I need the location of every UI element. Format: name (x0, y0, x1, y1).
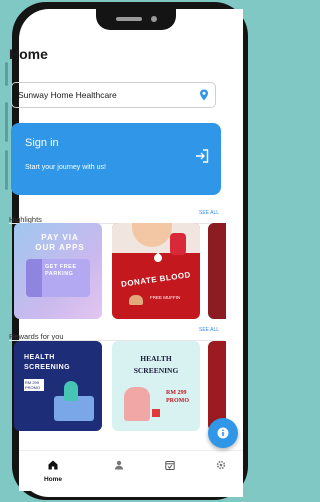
location-field[interactable]: Sunway Home Healthcare (11, 82, 216, 108)
nav-item-home[interactable]: Home (33, 451, 73, 491)
camera (151, 16, 157, 22)
ticket-graphic: GET FREE PARKING (26, 259, 90, 297)
page-title: Home (9, 46, 48, 62)
card-title: HEALTH SCREENING (133, 354, 179, 375)
nav-label-home: Home (43, 476, 63, 483)
card-badge: GET FREE PARKING (45, 264, 77, 277)
nav-item-calendar[interactable] (150, 451, 190, 491)
signin-title: Sign in (25, 137, 59, 149)
signin-card[interactable]: Sign in Start your journey with us! (11, 123, 221, 195)
person-illustration (64, 381, 78, 401)
card-title: DONATE BLOOD (120, 270, 192, 289)
blood-drop-icon (152, 252, 164, 264)
calendar-icon (165, 461, 175, 470)
highlights-see-all-link[interactable]: SEE ALL (199, 210, 219, 216)
info-fab[interactable] (208, 418, 238, 448)
signin-subtitle: Start your journey with us! (25, 164, 106, 171)
location-pin-icon[interactable] (199, 89, 209, 101)
speaker (116, 17, 142, 21)
phone-side-button (5, 150, 8, 190)
login-arrow-icon (196, 149, 209, 163)
doctor-illustration (124, 387, 150, 421)
nav-item-profile[interactable] (99, 451, 139, 491)
card-title: HEALTH SCREENING (24, 354, 71, 371)
card-promo: RM 299 PROMO (166, 390, 189, 404)
phone-notch (96, 8, 176, 30)
nav-item-settings[interactable] (201, 451, 241, 491)
card-badge: FREE MUFFIN (150, 295, 181, 300)
card-promo: RM 299 PROMO (24, 379, 44, 391)
medical-cross-icon (152, 409, 160, 417)
reward-card-health-screening[interactable]: HEALTH SCREENING RM 299 PROMO (112, 341, 200, 431)
phone-side-button (5, 102, 8, 142)
highlight-card-donate-blood[interactable]: DONATE BLOOD FREE MUFFIN (112, 223, 200, 319)
blood-bag-illustration (170, 233, 186, 255)
bottom-nav: Home (19, 450, 243, 491)
muffin-icon (129, 295, 143, 305)
highlight-card-partial[interactable] (208, 223, 226, 319)
location-value: Sunway Home Healthcare (18, 90, 117, 100)
home-icon (48, 460, 58, 470)
info-icon (217, 427, 229, 439)
highlight-card-parking[interactable]: PAY VIA OUR APPS GET FREE PARKING (14, 223, 102, 319)
phone-side-button (5, 62, 8, 86)
card-title: PAY VIA OUR APPS (35, 233, 85, 252)
rewards-see-all-link[interactable]: SEE ALL (199, 327, 219, 333)
profile-icon (115, 460, 123, 470)
ticket-stub (26, 259, 42, 297)
reward-card-health-screening[interactable]: HEALTH SCREENING RM 299 PROMO (14, 341, 102, 431)
settings-icon (216, 460, 226, 470)
